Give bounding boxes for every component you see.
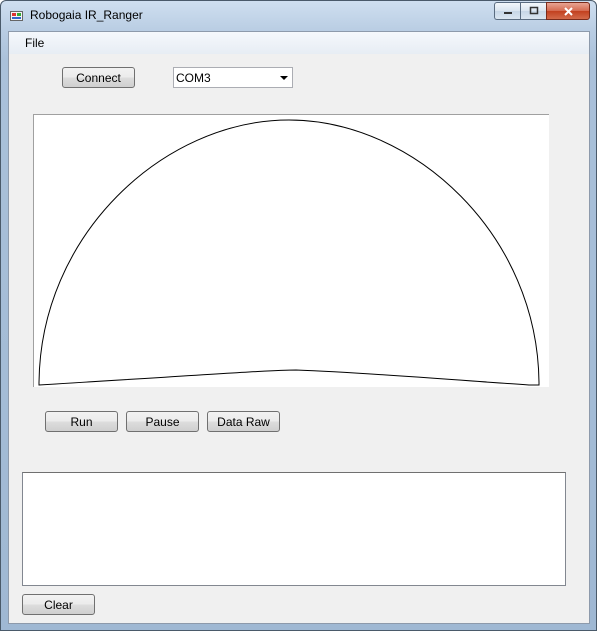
connect-button[interactable]: Connect xyxy=(62,67,135,88)
minimize-icon xyxy=(503,12,512,14)
app-icon xyxy=(10,11,23,21)
maximize-icon xyxy=(529,6,538,15)
menu-file[interactable]: File xyxy=(25,36,44,50)
maximize-button[interactable] xyxy=(520,2,546,20)
chevron-down-icon[interactable] xyxy=(280,76,288,80)
radar-plot xyxy=(33,114,549,387)
client-area: File Connect COM3 Run Pause Data Raw Cle… xyxy=(8,31,590,624)
radar-sweep-outline xyxy=(38,119,540,386)
data-raw-button[interactable]: Data Raw xyxy=(207,411,280,432)
close-button[interactable] xyxy=(546,2,590,20)
log-textbox[interactable] xyxy=(22,472,566,586)
close-icon xyxy=(563,6,573,16)
port-select[interactable]: COM3 xyxy=(173,67,293,88)
run-button[interactable]: Run xyxy=(45,411,118,432)
main-window: Robogaia IR_Ranger File Connect COM3 Run… xyxy=(0,0,597,631)
pause-button[interactable]: Pause xyxy=(126,411,199,432)
minimize-button[interactable] xyxy=(494,2,520,20)
clear-button[interactable]: Clear xyxy=(22,594,95,615)
port-select-value: COM3 xyxy=(176,71,211,85)
radar-sweep-svg xyxy=(38,119,540,386)
caption-buttons xyxy=(494,2,590,21)
title-bar[interactable]: Robogaia IR_Ranger xyxy=(1,1,596,31)
menu-bar: File xyxy=(9,32,589,54)
window-title: Robogaia IR_Ranger xyxy=(30,8,143,22)
